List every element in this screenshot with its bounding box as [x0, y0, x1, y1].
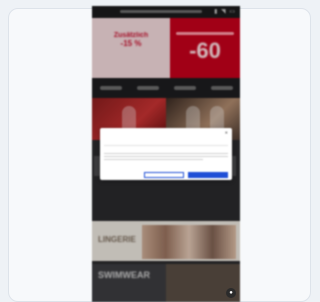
- body-text-line: [104, 156, 228, 157]
- accept-button[interactable]: [188, 172, 228, 178]
- dialog-buttons: [144, 172, 228, 178]
- dialog-tabs: [104, 139, 228, 146]
- cookie-consent-dialog: ✕: [100, 128, 232, 180]
- chat-icon[interactable]: ●: [226, 288, 236, 298]
- dialog-body: [104, 153, 228, 162]
- close-icon[interactable]: ✕: [225, 130, 228, 135]
- body-text-line: [104, 153, 228, 154]
- customize-button[interactable]: [144, 172, 184, 178]
- body-text-line: [104, 159, 204, 160]
